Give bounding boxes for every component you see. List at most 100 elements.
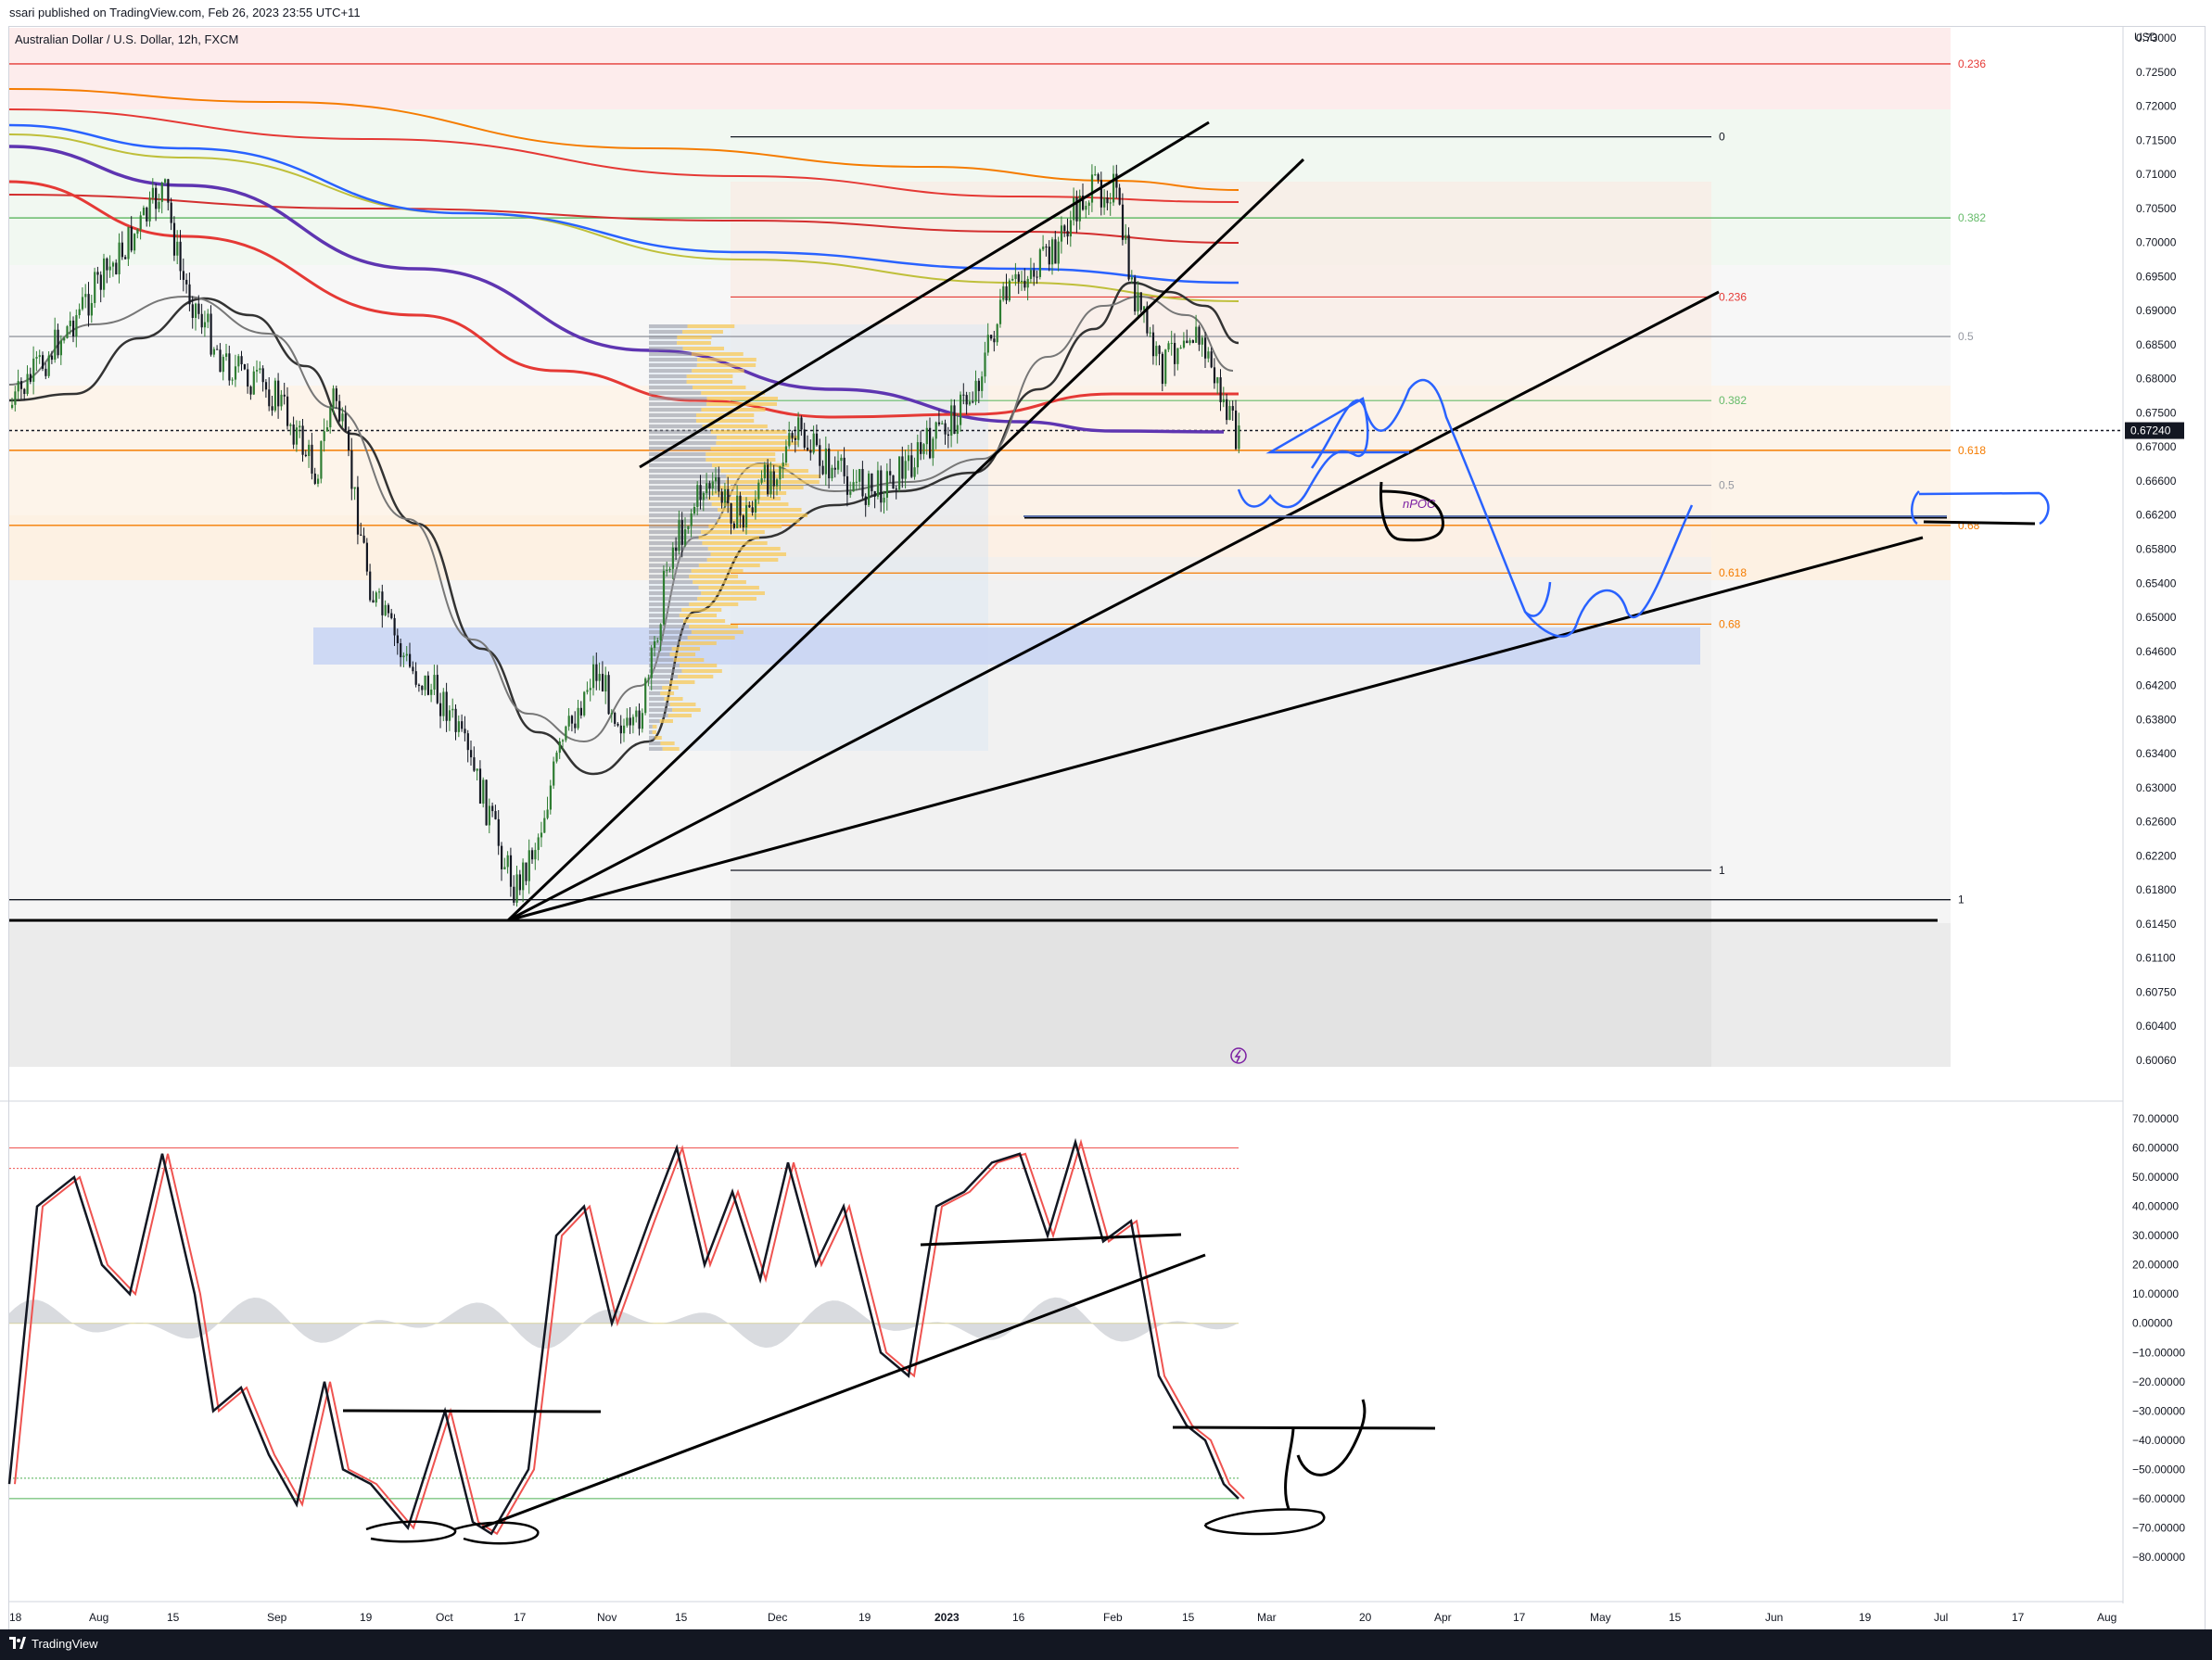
- volume-bar-yellow: [706, 558, 779, 562]
- candle-body: [365, 542, 368, 572]
- candle-body: [38, 355, 41, 358]
- candle-body: [390, 613, 393, 618]
- candle-body: [528, 850, 530, 881]
- candle-body: [760, 478, 763, 483]
- candle-body: [108, 266, 111, 271]
- volume-bar-gray: [649, 458, 706, 462]
- price-tick: 0.61100: [2136, 952, 2176, 965]
- volume-bar-gray: [649, 502, 712, 506]
- candle-body: [1182, 340, 1186, 348]
- volume-bar-gray: [649, 669, 682, 673]
- candle-body: [234, 366, 237, 380]
- candle-body: [106, 258, 108, 271]
- candle-body: [1151, 332, 1155, 357]
- candle-body: [1167, 343, 1170, 350]
- oscillator-tick: −60.00000: [2132, 1492, 2185, 1505]
- candle-body: [338, 400, 341, 422]
- tradingview-logo-icon: [9, 1637, 26, 1649]
- candle-body: [11, 404, 14, 408]
- candle-body: [968, 401, 972, 405]
- candle-body: [325, 427, 329, 432]
- candle-body: [188, 284, 191, 305]
- candle-body: [732, 523, 735, 528]
- candle-body: [482, 779, 485, 805]
- candle-body: [433, 675, 436, 690]
- volume-bar-gray: [649, 703, 670, 706]
- price-tick: 0.66600: [2136, 475, 2177, 488]
- candle-body: [1238, 425, 1240, 450]
- candle-body: [280, 394, 283, 407]
- candle-body: [136, 229, 139, 234]
- candle-body: [543, 817, 546, 833]
- oscillator-tick: 70.00000: [2132, 1112, 2179, 1125]
- candle-body: [849, 491, 852, 495]
- volume-bar-yellow: [712, 463, 790, 467]
- candle-body: [384, 604, 387, 615]
- candle-body: [592, 664, 595, 689]
- candle-body: [473, 757, 476, 771]
- candle-body: [821, 465, 824, 475]
- candle-body: [393, 617, 396, 636]
- candle-body: [767, 464, 769, 495]
- time-tick: 15: [167, 1611, 180, 1624]
- candle-body: [158, 201, 160, 209]
- candle-body: [604, 675, 607, 692]
- candle-body: [402, 655, 405, 658]
- candle-body: [179, 241, 182, 272]
- volume-bar-yellow: [716, 436, 800, 439]
- volume-bar-gray: [649, 347, 683, 350]
- candle-body: [788, 433, 791, 447]
- candle-body: [565, 726, 567, 741]
- candle-body: [1106, 197, 1109, 204]
- candle-body: [133, 234, 136, 251]
- volume-bar-gray: [649, 552, 711, 556]
- volume-bar-yellow: [691, 569, 744, 573]
- candle-body: [271, 406, 273, 411]
- chart-canvas[interactable]: 0.236 0.382 0.5 0.618 0.68 1 0 0.236 0.382 0.5 0.6…: [0, 0, 2212, 1660]
- candle-body: [26, 374, 29, 395]
- candle-body: [513, 886, 515, 903]
- volume-bar-gray: [649, 586, 699, 589]
- volume-bar-gray: [649, 597, 698, 601]
- candle-body: [1011, 278, 1014, 281]
- volume-bar-gray: [649, 608, 682, 612]
- volume-bar-yellow: [687, 636, 735, 640]
- candle-body: [1008, 280, 1011, 301]
- candle-body: [207, 313, 210, 323]
- time-tick: Aug: [89, 1611, 108, 1624]
- candle-body: [1087, 202, 1090, 207]
- candle-body: [436, 675, 439, 703]
- volume-bar-yellow: [710, 552, 787, 556]
- oscillator-tick: −70.00000: [2132, 1521, 2185, 1534]
- candle-body: [372, 600, 375, 603]
- candle-body: [553, 761, 555, 786]
- volume-bar-yellow: [701, 391, 766, 395]
- candle-body: [369, 571, 372, 601]
- candle-body: [751, 507, 754, 513]
- candle-body: [286, 396, 289, 426]
- time-tick: 19: [360, 1611, 373, 1624]
- candle-body: [635, 710, 638, 717]
- volume-bar-yellow: [695, 419, 755, 423]
- volume-bar-yellow: [706, 458, 776, 462]
- candle-body: [684, 529, 687, 545]
- volume-bar-yellow: [691, 630, 744, 634]
- volume-bar-gray: [649, 324, 688, 328]
- candle-body: [1002, 285, 1005, 300]
- candle-body: [858, 469, 861, 482]
- candle-body: [501, 845, 503, 869]
- volume-bar-yellow: [692, 369, 744, 373]
- price-tick: 0.61800: [2136, 883, 2177, 896]
- candle-body: [243, 364, 246, 370]
- candle-body: [654, 640, 656, 649]
- candle-body: [687, 526, 690, 530]
- candle-body: [861, 469, 864, 497]
- candle-body: [702, 493, 705, 501]
- candle-body: [127, 226, 130, 260]
- candle-body: [212, 348, 215, 355]
- volume-bar-gray: [649, 741, 661, 745]
- candle-body: [531, 850, 534, 860]
- volume-bar-gray: [649, 530, 702, 534]
- volume-bar-gray: [649, 580, 693, 584]
- candle-body: [953, 405, 956, 435]
